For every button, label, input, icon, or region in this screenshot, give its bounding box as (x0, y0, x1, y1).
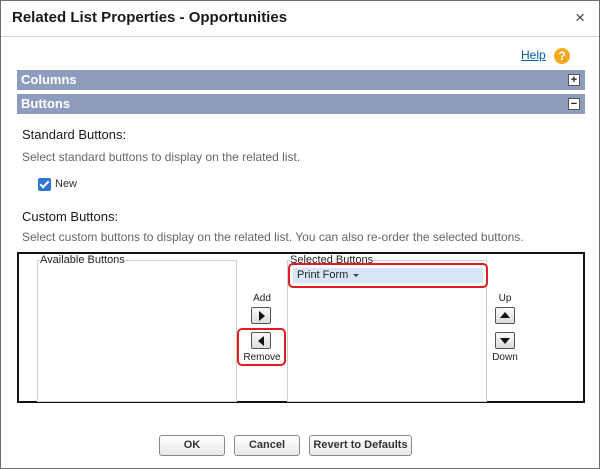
dropdown-arrow-icon (353, 273, 360, 277)
standard-buttons-heading: Standard Buttons: (22, 127, 127, 142)
selected-button-item-label: Print Form (297, 269, 349, 281)
buttons-section-header[interactable]: Buttons − (17, 94, 585, 114)
cancel-button[interactable]: Cancel (234, 435, 300, 456)
selected-item-highlight: Print Form (288, 263, 488, 288)
columns-section-header[interactable]: Columns + (17, 70, 585, 90)
standard-buttons-description: Select standard buttons to display on th… (22, 150, 301, 164)
arrow-right-icon (259, 311, 265, 321)
help-link[interactable]: Help (521, 48, 546, 62)
expand-icon[interactable]: + (568, 74, 580, 86)
add-label: Add (253, 293, 271, 304)
ok-button[interactable]: OK (159, 435, 225, 456)
dialog-titlebar: Related List Properties - Opportunities … (1, 1, 599, 37)
up-label: Up (498, 293, 512, 304)
remove-label: Remove (243, 352, 281, 363)
close-icon[interactable]: × (575, 8, 585, 28)
columns-section-label: Columns (21, 72, 77, 87)
available-buttons-list[interactable] (37, 260, 237, 402)
available-buttons-label: Available Buttons (40, 254, 125, 266)
revert-to-defaults-button[interactable]: Revert to Defaults (309, 435, 412, 456)
move-up-button[interactable] (495, 307, 515, 324)
buttons-section-label: Buttons (21, 96, 71, 111)
related-list-properties-dialog: Related List Properties - Opportunities … (0, 0, 600, 469)
collapse-icon[interactable]: − (568, 98, 580, 110)
arrow-down-icon (500, 338, 510, 344)
new-button-checkbox-label: New (55, 178, 78, 190)
remove-button[interactable] (251, 332, 271, 349)
arrow-left-icon (258, 336, 264, 346)
move-down-button[interactable] (495, 332, 515, 349)
down-label: Down (492, 352, 518, 363)
help-icon[interactable]: ? (554, 48, 570, 64)
dialog-title: Related List Properties - Opportunities (12, 9, 288, 26)
add-button[interactable] (251, 307, 271, 324)
new-button-checkbox[interactable] (38, 178, 51, 191)
arrow-up-icon (500, 312, 510, 318)
custom-buttons-heading: Custom Buttons: (22, 209, 119, 224)
selected-button-item[interactable]: Print Form (293, 268, 483, 283)
custom-buttons-description: Select custom buttons to display on the … (22, 230, 524, 244)
